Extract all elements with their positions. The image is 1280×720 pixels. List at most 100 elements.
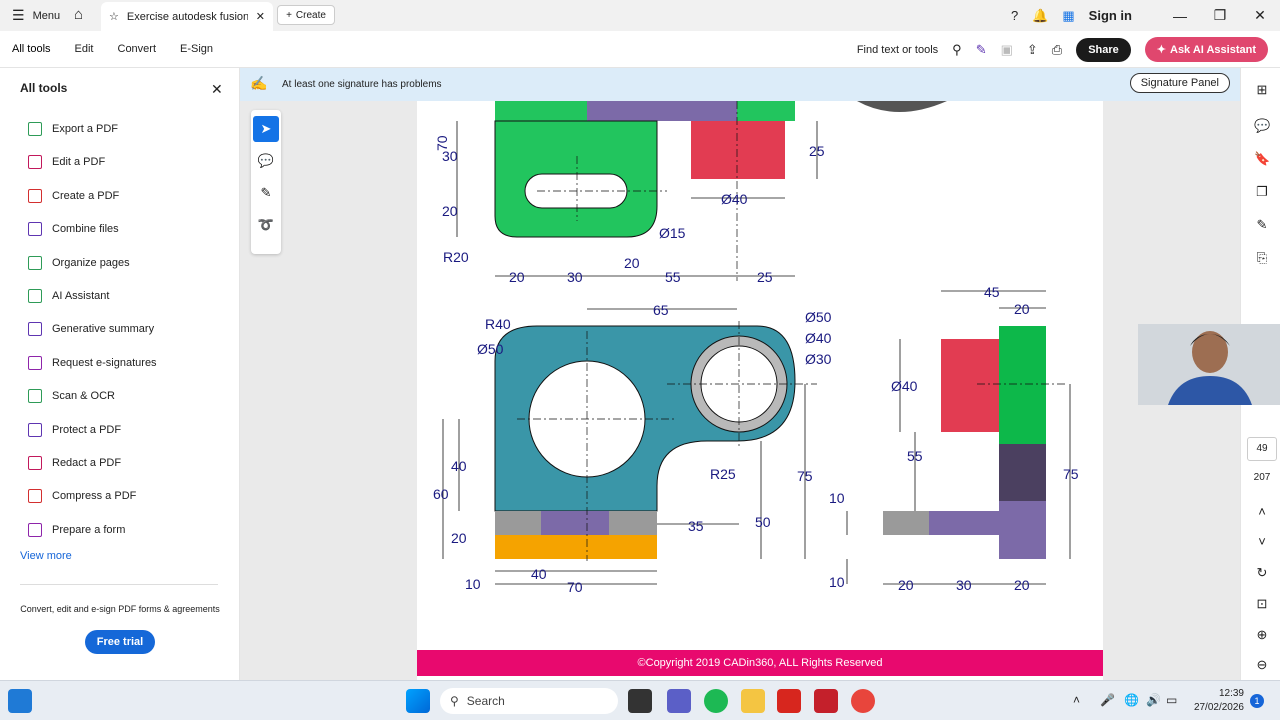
menu-convert[interactable]: Convert	[106, 43, 169, 55]
sidebar-item-export-a-pdf[interactable]: Export a PDF	[28, 120, 118, 138]
sidebar-item-organize-pages[interactable]: Organize pages	[28, 254, 130, 272]
save-icon[interactable]: ▣	[1001, 42, 1013, 58]
signature-panel-button[interactable]: Signature Panel	[1129, 73, 1230, 93]
sidebar-item-scan-ocr[interactable]: Scan & OCR	[28, 387, 115, 405]
spotify-icon[interactable]	[704, 689, 728, 713]
mic-icon[interactable]: 🎤	[1100, 693, 1115, 707]
page-info-icon[interactable]: ⊞	[1254, 82, 1270, 98]
menu-edit[interactable]: Edit	[63, 43, 106, 55]
chrome-icon[interactable]	[851, 689, 875, 713]
close-tab-icon[interactable]: ✕	[256, 10, 265, 23]
svg-text:25: 25	[757, 269, 773, 285]
sidebar-item-label: Generative summary	[52, 323, 155, 336]
tool-icon	[28, 389, 42, 404]
start-icon[interactable]	[406, 689, 430, 713]
zoom-out-icon[interactable]: ⊖	[1254, 657, 1270, 673]
minimize-icon[interactable]: —	[1160, 8, 1200, 24]
svg-text:50: 50	[755, 514, 771, 530]
restore-icon[interactable]: ❐	[1200, 7, 1240, 24]
svg-text:75: 75	[1063, 466, 1079, 482]
teams-icon[interactable]	[667, 689, 691, 713]
create-button[interactable]: + Create	[277, 5, 335, 25]
menu-all-tools[interactable]: All tools	[0, 43, 63, 55]
find-label[interactable]: Find text or tools	[857, 44, 938, 56]
svg-text:30: 30	[442, 148, 458, 164]
comment-icon[interactable]: 💬	[253, 148, 279, 174]
sign-in-link[interactable]: Sign in	[1089, 8, 1132, 23]
svg-text:Ø40: Ø40	[721, 191, 748, 207]
apps-grid-icon[interactable]: ▦	[1062, 8, 1074, 24]
svg-text:10: 10	[465, 576, 481, 592]
fit-page-icon[interactable]: ⊡	[1254, 596, 1270, 612]
menu-esign[interactable]: E-Sign	[168, 43, 225, 55]
tool-icon	[28, 222, 42, 237]
free-trial-button[interactable]: Free trial	[85, 630, 155, 654]
rotate-icon[interactable]: ↻	[1254, 565, 1270, 581]
svg-text:45: 45	[984, 284, 1000, 300]
view-more-link[interactable]: View more	[20, 550, 72, 562]
sidebar-item-protect-a-pdf[interactable]: Protect a PDF	[28, 421, 121, 439]
taskbar-search[interactable]: ⚲ Search	[440, 688, 618, 714]
tool-icon	[28, 289, 42, 303]
upload-icon[interactable]: ⇪	[1027, 42, 1038, 58]
task-view-icon[interactable]	[628, 689, 652, 713]
file-explorer-icon[interactable]	[741, 689, 765, 713]
widgets-icon[interactable]	[8, 689, 32, 713]
battery-icon[interactable]: ▭	[1166, 693, 1177, 707]
sidebar-item-generative-summary[interactable]: Generative summary	[28, 320, 154, 338]
language-icon[interactable]: 🌐	[1124, 693, 1139, 707]
solidworks-icon[interactable]	[814, 689, 838, 713]
ask-ai-button[interactable]: ✦ Ask AI Assistant	[1144, 37, 1268, 62]
close-window-icon[interactable]: ✕	[1240, 7, 1280, 24]
comment-rail-icon[interactable]: 💬	[1254, 118, 1270, 134]
notification-badge[interactable]: 1	[1250, 694, 1264, 708]
sidebar-item-label: Prepare a form	[52, 523, 126, 536]
svg-text:10: 10	[829, 490, 845, 506]
sidebar-item-combine-files[interactable]: Combine files	[28, 220, 119, 238]
star-icon[interactable]: ☆	[109, 10, 119, 23]
edit-rail-icon[interactable]: ✎	[1254, 217, 1270, 233]
bookmark-icon[interactable]: 🔖	[1254, 151, 1270, 167]
help-icon[interactable]: ?	[1011, 8, 1018, 23]
page-down-icon[interactable]: ˅	[1254, 534, 1270, 550]
page-up-icon[interactable]: ˄	[1254, 504, 1270, 520]
search-icon[interactable]: ⚲	[952, 42, 962, 58]
home-icon[interactable]: ⌂	[74, 6, 83, 23]
sidebar-item-compress-a-pdf[interactable]: Compress a PDF	[28, 487, 136, 505]
page-number-input[interactable]: 49	[1247, 437, 1277, 461]
tab-document[interactable]: ☆ Exercise autodesk fusion... ✕	[101, 2, 273, 31]
acrobat-icon[interactable]	[777, 689, 801, 713]
create-label: Create	[295, 9, 326, 21]
sidebar-promo-text: Convert, edit and e-sign PDF forms & agr…	[20, 604, 220, 614]
sidebar-item-edit-a-pdf[interactable]: Edit a PDF	[28, 153, 105, 171]
lasso-icon[interactable]: ➰	[253, 212, 279, 238]
sidebar-divider	[20, 584, 218, 585]
webcam-overlay	[1138, 324, 1280, 405]
tray-chevron-icon[interactable]: ˄	[1073, 693, 1080, 707]
sidebar-item-redact-a-pdf[interactable]: Redact a PDF	[28, 454, 121, 472]
sidebar-item-request-e-signatures[interactable]: Request e-signatures	[28, 354, 157, 372]
pages-icon[interactable]: ❐	[1254, 184, 1270, 200]
select-cursor-icon[interactable]: ➤	[253, 116, 279, 142]
sidebar-item-prepare-a-form[interactable]: Prepare a form	[28, 521, 125, 539]
attach-icon[interactable]: ⎘	[1254, 250, 1270, 266]
all-tools-sidebar: All tools ✕ Export a PDF Edit a PDF Create…	[0, 68, 240, 680]
volume-icon[interactable]: 🔊	[1146, 693, 1161, 707]
sidebar-item-create-a-pdf[interactable]: Create a PDF	[28, 187, 119, 205]
ai-edit-icon[interactable]: ✎	[976, 42, 987, 58]
signature-warning-icon: ✍	[250, 75, 268, 91]
tool-icon	[28, 322, 42, 337]
sidebar-item-label: Scan & OCR	[52, 390, 115, 403]
sidebar-item-label: Compress a PDF	[52, 490, 137, 503]
bell-icon[interactable]: 🔔	[1032, 8, 1048, 24]
zoom-in-icon[interactable]: ⊕	[1254, 627, 1270, 643]
signature-warning-bar: ✍ At least one signature has problems Si…	[240, 68, 1240, 101]
share-button[interactable]: Share	[1076, 37, 1131, 62]
close-sidebar-icon[interactable]: ✕	[211, 81, 223, 98]
tool-icon	[28, 255, 42, 270]
pen-icon[interactable]: ✎	[253, 180, 279, 206]
menu-button[interactable]: ☰ Menu	[0, 0, 72, 31]
print-icon[interactable]: ⎙	[1052, 42, 1062, 58]
sidebar-item-ai-assistant[interactable]: AI Assistant	[28, 287, 109, 305]
taskbar-clock[interactable]: 12:39 27/02/2026	[1192, 687, 1244, 715]
